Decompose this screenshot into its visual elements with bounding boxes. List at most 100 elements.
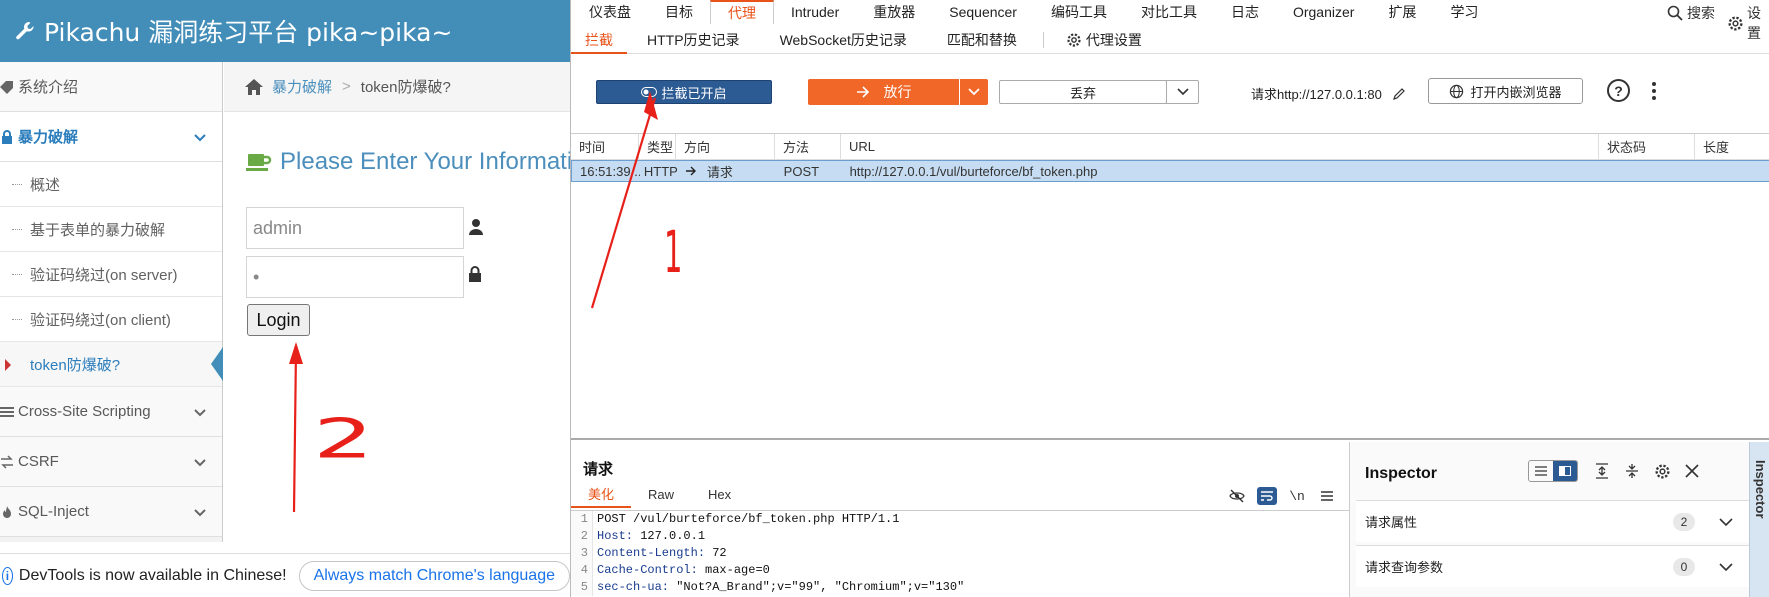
- username-input[interactable]: [246, 207, 464, 249]
- sidebar-item-csrf[interactable]: CSRF: [0, 437, 222, 487]
- tab-pretty[interactable]: 美化: [571, 482, 632, 508]
- newline-icon[interactable]: \n: [1287, 487, 1307, 505]
- proxy-settings-button[interactable]: 代理设置: [1050, 26, 1162, 54]
- intercept-history-table: 时间 类型 方向 方法 URL 状态码 长度 16:51:39 ... HTTP…: [571, 133, 1769, 440]
- proxy-settings-label: 代理设置: [1085, 31, 1142, 48]
- drop-dropdown-button[interactable]: [1166, 80, 1199, 104]
- tab-decoder[interactable]: 编码工具: [1034, 0, 1124, 24]
- sidebar-sub-label: 基于表单的暴力破解: [30, 221, 166, 239]
- login-button[interactable]: Login: [247, 304, 310, 336]
- tab-logger[interactable]: 日志: [1214, 0, 1276, 24]
- column-header[interactable]: 时间: [571, 134, 639, 159]
- chevron-down-icon: [1719, 562, 1733, 571]
- request-target: 请求http://127.0.0.1:80: [1251, 84, 1406, 103]
- gear-icon[interactable]: [1650, 460, 1674, 482]
- table-row[interactable]: 16:51:39 ... HTTP 请求 POST http://127.0.0…: [571, 160, 1769, 182]
- column-header[interactable]: 状态码: [1599, 134, 1695, 159]
- devtools-message: DevTools is now available in Chinese!: [18, 566, 287, 584]
- wrench-icon: [16, 22, 34, 40]
- chevron-down-icon: [194, 409, 206, 417]
- chevron-down-icon: [1176, 88, 1189, 96]
- sidebar-item-xss[interactable]: Cross-Site Scripting: [0, 387, 222, 437]
- tab-http-history[interactable]: HTTP历史记录: [627, 26, 760, 54]
- sidebar-sub-label: token防爆破?: [30, 356, 121, 374]
- open-browser-label: 打开内嵌浏览器: [1470, 84, 1562, 100]
- intercept-toggle-button[interactable]: 拦截已开启: [596, 80, 772, 104]
- breadcrumb-link[interactable]: 暴力破解: [272, 76, 332, 97]
- cell-length: [1694, 161, 1769, 181]
- forward-dropdown-button[interactable]: [960, 79, 988, 105]
- sidebar-item-sqli[interactable]: SQL-Inject: [0, 487, 222, 537]
- wrap-icon[interactable]: [1257, 487, 1277, 505]
- tab-repeater[interactable]: 重放器: [856, 0, 932, 24]
- help-icon[interactable]: ?: [1607, 79, 1630, 102]
- breadcrumb-separator: >: [342, 78, 351, 95]
- open-browser-button[interactable]: 打开内嵌浏览器: [1428, 78, 1583, 104]
- tab-websocket-history[interactable]: WebSocket历史记录: [760, 26, 927, 54]
- close-icon[interactable]: [1680, 460, 1704, 482]
- column-header[interactable]: 方法: [775, 134, 841, 159]
- inspector-side-tab[interactable]: Inspector: [1749, 442, 1769, 597]
- forward-button[interactable]: 放行: [808, 79, 959, 105]
- more-vertical-icon[interactable]: [1651, 81, 1657, 101]
- sidebar-item-bruteforce[interactable]: 暴力破解: [0, 112, 222, 162]
- layout-toggle[interactable]: [1528, 460, 1578, 482]
- tab-extensions[interactable]: 扩展: [1371, 0, 1433, 24]
- collapse-icon[interactable]: [1620, 460, 1644, 482]
- tab-sequencer[interactable]: Sequencer: [932, 0, 1034, 24]
- chevron-down-icon: [968, 88, 980, 96]
- sidebar-sub-captcha-server[interactable]: 验证码绕过(on server): [0, 252, 222, 297]
- menu-icon[interactable]: [1317, 487, 1337, 505]
- tab-learn[interactable]: 学习: [1433, 0, 1495, 24]
- toggle-icon: [641, 87, 658, 97]
- tag-icon: [0, 80, 13, 94]
- chevron-down-icon: [194, 459, 206, 467]
- inspector-row-request-attributes[interactable]: 请求属性 2: [1356, 500, 1749, 542]
- search-label: 搜索: [1687, 5, 1715, 21]
- tab-organizer[interactable]: Organizer: [1276, 0, 1371, 24]
- code-line: 2 Host: 127.0.0.1: [571, 528, 1349, 545]
- column-header[interactable]: 长度: [1695, 134, 1769, 159]
- sidebar-item-label: Cross-Site Scripting: [18, 403, 151, 420]
- cell-type: HTTP: [643, 163, 677, 179]
- tab-proxy[interactable]: 代理: [710, 0, 774, 24]
- match-language-button[interactable]: Always match Chrome's language: [298, 560, 570, 591]
- password-input[interactable]: [246, 256, 464, 298]
- request-view-tabs: 美化 Raw Hex: [571, 482, 748, 508]
- tab-intercept[interactable]: 拦截: [571, 26, 627, 54]
- inspector-row-label: 请求查询参数: [1365, 560, 1444, 575]
- layout-list-icon[interactable]: [1529, 461, 1553, 481]
- tab-target[interactable]: 目标: [648, 0, 710, 24]
- tab-hex[interactable]: Hex: [691, 482, 748, 508]
- sidebar-sub-overview[interactable]: 概述: [0, 162, 222, 207]
- tab-comparer[interactable]: 对比工具: [1124, 0, 1214, 24]
- pikachu-title: Pikachu 漏洞练习平台 pika~pika~: [44, 18, 453, 47]
- tab-intruder[interactable]: Intruder: [774, 0, 856, 24]
- column-header[interactable]: URL: [841, 134, 1599, 159]
- column-header[interactable]: 方向: [676, 134, 775, 159]
- pikachu-page: Pikachu 漏洞练习平台 pika~pika~ 系统介绍 暴力破解 概述 基…: [0, 0, 570, 597]
- tab-raw[interactable]: Raw: [631, 482, 691, 508]
- drop-button[interactable]: 丢弃: [999, 80, 1167, 104]
- search-button[interactable]: 搜索: [1667, 3, 1715, 23]
- cell-method: POST: [783, 163, 820, 179]
- column-header[interactable]: 类型: [639, 134, 676, 159]
- pencil-icon[interactable]: [1392, 87, 1406, 101]
- table-header: 时间 类型 方向 方法 URL 状态码 长度: [571, 134, 1769, 160]
- sidebar-sub-form-brute[interactable]: 基于表单的暴力破解: [0, 207, 222, 252]
- tab-dashboard[interactable]: 仪表盘: [571, 0, 648, 24]
- tab-match-replace[interactable]: 匹配和替换: [927, 26, 1037, 54]
- layout-split-icon[interactable]: [1553, 461, 1577, 481]
- sidebar-item-label: 系统介绍: [18, 79, 79, 96]
- request-editor[interactable]: 1 POST /vul/burteforce/bf_token.php HTTP/…: [571, 510, 1349, 597]
- sidebar-sub-label: 验证码绕过(on server): [30, 266, 178, 284]
- eye-slash-icon[interactable]: [1227, 487, 1247, 505]
- sidebar-sub-token[interactable]: token防爆破?: [0, 342, 223, 387]
- sidebar-sub-captcha-client[interactable]: 验证码绕过(on client): [0, 297, 222, 342]
- chevron-down-icon: [194, 134, 206, 142]
- sidebar-item-intro[interactable]: 系统介绍: [0, 62, 222, 112]
- expand-icon[interactable]: [1590, 460, 1614, 482]
- search-icon: [1667, 5, 1683, 21]
- request-title: 请求: [583, 461, 614, 478]
- inspector-row-query-params[interactable]: 请求查询参数 0: [1356, 545, 1749, 587]
